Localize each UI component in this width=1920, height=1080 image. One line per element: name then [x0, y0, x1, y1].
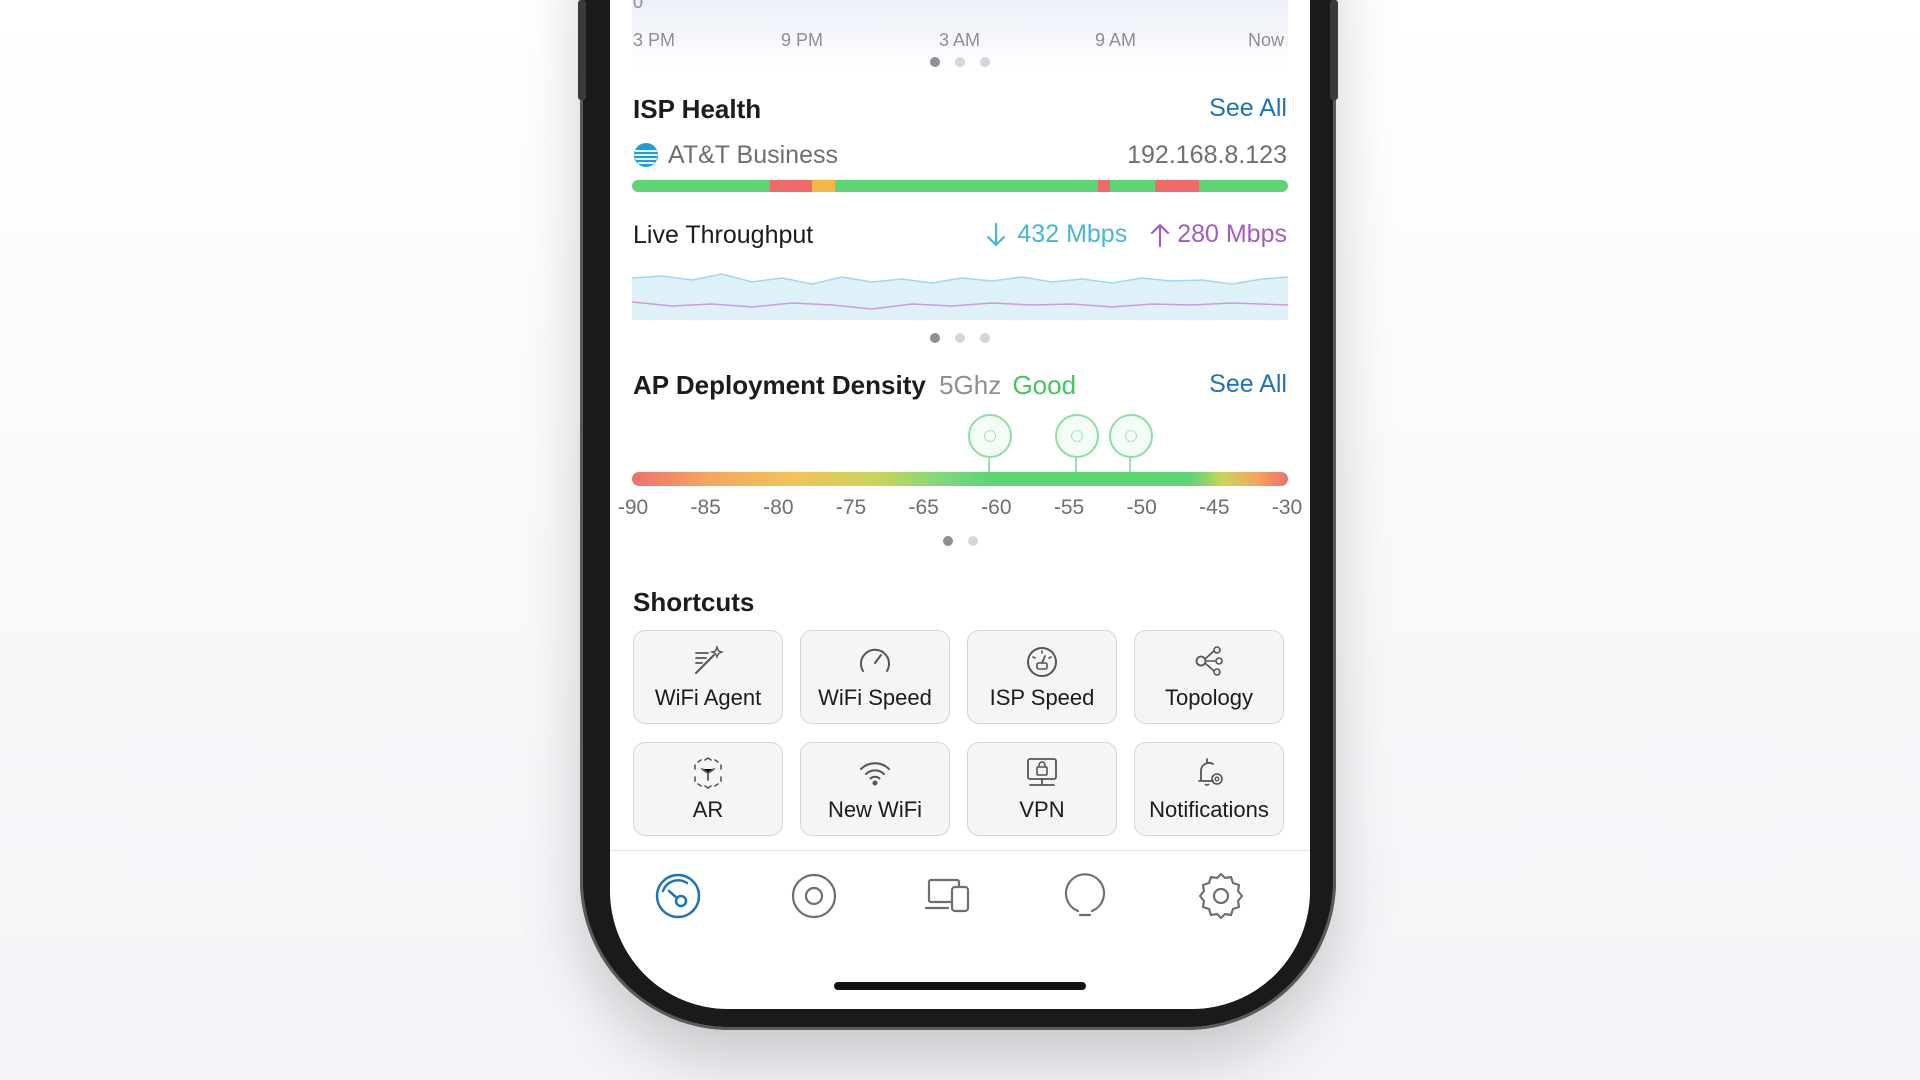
isp-health-bar [632, 180, 1288, 192]
vpn-lock-icon [1027, 758, 1057, 786]
tab-router[interactable] [789, 871, 839, 921]
settings-icon [1198, 872, 1244, 920]
isp-ip-address: 192.168.8.123 [1127, 141, 1287, 169]
shortcut-label: WiFi Speed [818, 685, 932, 710]
shortcut-label: Notifications [1149, 797, 1269, 822]
isp-provider-name: AT&T Business [668, 141, 838, 169]
phone-side-button-left [578, 0, 586, 100]
bottom-tab-bar [610, 850, 1310, 951]
magic-wand-icon [695, 645, 725, 674]
ap-density-status: Good [1012, 370, 1077, 400]
insights-icon [1064, 873, 1106, 917]
router-icon [791, 873, 837, 919]
shortcut-vpn-button[interactable]: VPN [967, 742, 1117, 836]
tab-dashboard[interactable] [653, 871, 703, 921]
phone-side-button-right [1330, 0, 1338, 100]
ap-density-see-all-link[interactable]: See All [1209, 370, 1287, 399]
isp-health-segment-good [632, 180, 771, 192]
live-throughput-title: Live Throughput [633, 221, 814, 249]
shortcut-notifications-button[interactable]: Notifications [1134, 742, 1284, 836]
ap-density-header: AP Deployment Density 5Ghz Good [633, 370, 1076, 401]
shortcut-label: Topology [1164, 685, 1254, 710]
devices-icon [924, 878, 970, 913]
density-scale-label: -45 [1199, 496, 1230, 519]
upload-arrow-icon [1149, 222, 1171, 248]
shortcut-topology-button[interactable]: Topology [1134, 630, 1284, 724]
throughput-readout: 432 Mbps 280 Mbps [985, 220, 1287, 249]
throughput-sparkline [632, 273, 1288, 320]
shortcuts-title: Shortcuts [633, 587, 755, 617]
chart-page-dot[interactable] [955, 57, 965, 67]
shortcut-ar-button[interactable]: AR [633, 742, 783, 836]
speed-gauge-icon [1027, 647, 1057, 677]
ap-density-band: 5Ghz [939, 370, 1002, 400]
density-scale-label: -65 [908, 496, 939, 519]
density-scale-label: -50 [1126, 496, 1157, 519]
density-scale-label: -60 [981, 496, 1012, 519]
chart-page-dot[interactable] [980, 57, 990, 67]
app-screen: 0 3 PM 9 PM 3 AM 9 AM Now ISP Health See… [610, 0, 1310, 1009]
chart-x-tick: 3 AM [939, 30, 981, 50]
topology-icon [1195, 646, 1223, 676]
ap-marker[interactable] [1055, 414, 1100, 458]
shortcut-wifi-speed-button[interactable]: WiFi Speed [800, 630, 950, 724]
wifi-icon [860, 762, 890, 786]
density-page-dot[interactable] [968, 536, 978, 546]
bell-gear-icon [1198, 758, 1223, 786]
throughput-page-dot[interactable] [980, 333, 990, 343]
chart-page-dot[interactable] [930, 57, 940, 67]
isp-health-segment-good [1199, 180, 1288, 192]
isp-health-see-all-link[interactable]: See All [1209, 94, 1287, 123]
home-indicator [834, 982, 1086, 990]
shortcut-label: VPN [1019, 797, 1065, 822]
isp-health-segment-bad [1155, 180, 1200, 192]
throughput-page-dot[interactable] [930, 333, 940, 343]
ar-cube-icon [694, 757, 722, 789]
density-scale-label: -75 [835, 496, 867, 519]
isp-health-segment-warn [812, 180, 836, 192]
isp-health-segment-bad [769, 180, 813, 192]
isp-health-segment-good [835, 180, 1099, 192]
tab-insights[interactable] [1060, 871, 1110, 921]
isp-health-segment-good [1109, 180, 1156, 192]
ap-density-title: AP Deployment Density [633, 370, 926, 400]
density-scale-label: -90 [617, 496, 649, 519]
ap-marker[interactable] [968, 414, 1013, 458]
density-scale-label: -80 [763, 496, 794, 519]
shortcut-label: New WiFi [827, 797, 923, 822]
download-speed: 432 Mbps [1017, 220, 1128, 248]
tab-devices[interactable] [924, 871, 974, 921]
shortcut-label: AR [692, 797, 724, 822]
shortcut-isp-speed-button[interactable]: ISP Speed [967, 630, 1117, 724]
shortcut-label: ISP Speed [989, 685, 1095, 710]
tab-settings[interactable] [1196, 871, 1246, 921]
density-scale-label: -85 [690, 496, 721, 519]
density-scale-label: -55 [1053, 496, 1085, 519]
dashboard-icon [655, 873, 701, 919]
shortcut-wifi-agent-button[interactable]: WiFi Agent [633, 630, 783, 724]
speedometer-icon [860, 648, 890, 672]
upload-speed: 280 Mbps [1177, 220, 1287, 248]
chart-x-tick: Now [1248, 30, 1285, 50]
shortcut-new-wifi-button[interactable]: New WiFi [800, 742, 950, 836]
isp-health-title: ISP Health [633, 94, 762, 124]
density-gradient-bar [632, 472, 1288, 486]
chart-x-tick: 9 AM [1095, 30, 1137, 50]
att-logo-icon [633, 142, 659, 168]
chart-x-tick: 9 PM [781, 30, 824, 50]
download-arrow-icon [985, 222, 1007, 248]
isp-health-segment-bad [1097, 180, 1111, 192]
ap-marker[interactable] [1109, 414, 1154, 458]
density-page-dot[interactable] [943, 536, 953, 546]
shortcut-label: WiFi Agent [654, 685, 762, 710]
density-scale-label: -30 [1271, 496, 1303, 519]
chart-y-zero-label: 0 [633, 0, 644, 12]
throughput-page-dot[interactable] [955, 333, 965, 343]
chart-x-tick: 3 PM [633, 30, 676, 50]
